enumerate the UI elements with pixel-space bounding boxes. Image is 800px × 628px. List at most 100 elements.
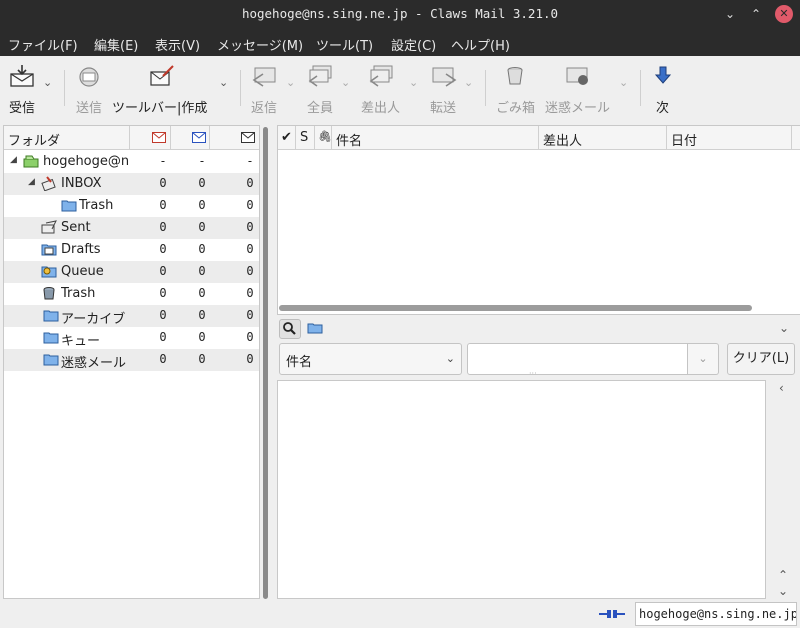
spam-button[interactable]: 迷惑メール bbox=[543, 56, 613, 118]
folder-row-inbox[interactable]: ◢ INBOX 0 0 0 bbox=[4, 173, 259, 195]
total-mail-icon bbox=[241, 132, 255, 143]
folder-name: 迷惑メール bbox=[61, 356, 127, 371]
receive-dropdown[interactable]: ⌄ bbox=[40, 56, 58, 118]
horizontal-scrollbar[interactable] bbox=[279, 305, 752, 311]
folder-row-queue-jp[interactable]: キュー 0 0 0 bbox=[4, 327, 259, 349]
forward-button[interactable]: 転送 bbox=[428, 56, 462, 118]
reply-dropdown[interactable]: ⌄ bbox=[284, 56, 298, 118]
compose-icon bbox=[150, 65, 174, 86]
toolbar-separator bbox=[640, 70, 641, 106]
menu-tools[interactable]: ツール(T) bbox=[316, 35, 373, 54]
folder-row-sent[interactable]: Sent 0 0 0 bbox=[4, 217, 259, 239]
reply-sender-button[interactable]: 差出人 bbox=[360, 56, 402, 118]
send-button[interactable]: 送信 bbox=[72, 56, 106, 118]
menu-settings[interactable]: 設定(C) bbox=[391, 35, 436, 54]
toolbar-separator bbox=[485, 70, 486, 106]
inbox-icon bbox=[41, 176, 56, 191]
expander-icon[interactable]: ◢ bbox=[10, 155, 17, 165]
trash-can-icon bbox=[507, 67, 523, 85]
new-count: 0 bbox=[159, 242, 167, 256]
subject-column-label: 件名 bbox=[336, 134, 363, 149]
from-column-header[interactable]: 差出人 bbox=[540, 126, 667, 150]
search-history-dropdown[interactable]: ⌄ bbox=[688, 343, 719, 375]
clear-button[interactable]: クリア(L) bbox=[727, 343, 795, 375]
folder-name: アーカイブ bbox=[61, 312, 126, 327]
search-toggle-button[interactable] bbox=[279, 319, 301, 339]
expander-icon[interactable]: ◢ bbox=[28, 177, 35, 187]
folder-row-queue[interactable]: Queue 0 0 0 bbox=[4, 261, 259, 283]
compose-button[interactable]: ツールバー|作成 bbox=[110, 56, 214, 118]
folder-tree[interactable]: フォルダ ◢ hogehoge@ns.sing.ne. bbox=[3, 125, 260, 599]
window-title: hogehoge@ns.sing.ne.jp - Claws Mail 3.21… bbox=[241, 6, 559, 21]
date-column-header[interactable]: 日付 bbox=[668, 126, 792, 150]
message-view[interactable] bbox=[277, 380, 766, 599]
new-mail-icon bbox=[152, 132, 166, 143]
attachment-column-header[interactable]: 🖇 bbox=[316, 126, 332, 150]
search-field-select[interactable]: 件名 ⌄ bbox=[279, 343, 462, 375]
unread-column-header[interactable] bbox=[172, 126, 210, 150]
pane-resize-handle[interactable]: ··· bbox=[529, 370, 545, 378]
menu-file[interactable]: ファイル(F) bbox=[8, 35, 78, 54]
maximize-icon[interactable]: ⌃ bbox=[747, 5, 765, 23]
status-column-header[interactable]: S bbox=[297, 126, 315, 150]
new-count: 0 bbox=[159, 176, 167, 190]
menu-help[interactable]: ヘルプ(H) bbox=[451, 35, 510, 54]
folder-row-trash[interactable]: Trash 0 0 0 bbox=[4, 283, 259, 305]
folder-name: Sent bbox=[61, 220, 91, 235]
close-icon[interactable]: ✕ bbox=[775, 5, 793, 23]
reply-all-dropdown[interactable]: ⌄ bbox=[339, 56, 353, 118]
from-column-label: 差出人 bbox=[543, 134, 583, 149]
online-plug-icon[interactable] bbox=[598, 608, 626, 620]
search-input[interactable] bbox=[467, 343, 688, 375]
reply-all-icon bbox=[308, 65, 332, 87]
checkmark-icon: ✔ bbox=[281, 130, 292, 145]
chevron-down-icon[interactable]: ⌄ bbox=[779, 321, 789, 335]
reply-label: 返信 bbox=[251, 101, 278, 116]
reply-all-button[interactable]: 全員 bbox=[304, 56, 338, 118]
account-selector[interactable]: hogehoge@ns.sing.ne.jp bbox=[635, 602, 797, 626]
reply-sender-dropdown[interactable]: ⌄ bbox=[407, 56, 421, 118]
reply-button[interactable]: 返信 bbox=[248, 56, 282, 118]
trash-label: ごみ箱 bbox=[496, 101, 536, 116]
chevron-left-icon[interactable]: ‹ bbox=[779, 381, 784, 395]
folder-row-account[interactable]: ◢ hogehoge@ns.sing.ne.jp - - - bbox=[4, 151, 259, 173]
total-column-header[interactable] bbox=[211, 126, 259, 150]
new-column-header[interactable] bbox=[131, 126, 171, 150]
mailbox-icon bbox=[23, 155, 39, 168]
folder-name: キュー bbox=[61, 334, 101, 349]
unread-count: 0 bbox=[198, 176, 206, 190]
folder-row-spam[interactable]: 迷惑メール 0 0 0 bbox=[4, 349, 259, 371]
forward-dropdown[interactable]: ⌄ bbox=[462, 56, 476, 118]
message-list[interactable]: ✔ S 🖇 件名 差出人 日付 bbox=[277, 125, 800, 315]
menu-message[interactable]: メッセージ(M) bbox=[217, 35, 303, 54]
mark-column-header[interactable]: ✔ bbox=[278, 126, 296, 150]
scroll-down-icon[interactable]: ⌄ bbox=[778, 584, 788, 598]
menu-edit[interactable]: 編集(E) bbox=[94, 35, 138, 54]
receive-button[interactable]: 受信 bbox=[6, 56, 40, 118]
total-count: 0 bbox=[246, 198, 254, 212]
unread-mail-icon bbox=[192, 132, 206, 143]
toolbar-separator bbox=[64, 70, 65, 106]
search-folder-button[interactable] bbox=[305, 319, 327, 339]
chevron-down-icon: ⌄ bbox=[43, 76, 53, 89]
minimize-icon[interactable]: ⌄ bbox=[721, 5, 739, 23]
trash-button[interactable]: ごみ箱 bbox=[494, 56, 536, 118]
next-button[interactable]: 次 bbox=[650, 56, 676, 118]
folder-row-drafts[interactable]: Drafts 0 0 0 bbox=[4, 239, 259, 261]
unread-count: 0 bbox=[198, 330, 206, 344]
new-count: 0 bbox=[159, 264, 167, 278]
spam-dropdown[interactable]: ⌄ bbox=[617, 56, 631, 118]
menu-view[interactable]: 表示(V) bbox=[155, 35, 200, 54]
folder-name: INBOX bbox=[61, 176, 102, 191]
folder-column-header[interactable]: フォルダ bbox=[4, 126, 130, 150]
folder-row-archive[interactable]: アーカイブ 0 0 0 bbox=[4, 305, 259, 327]
reply-sender-icon bbox=[369, 65, 393, 87]
folder-row-inbox-trash[interactable]: Trash 0 0 0 bbox=[4, 195, 259, 217]
drafts-icon bbox=[41, 244, 57, 256]
new-count: 0 bbox=[159, 220, 167, 234]
spam-label: 迷惑メール bbox=[545, 101, 611, 116]
compose-dropdown[interactable]: ⌄ bbox=[216, 56, 234, 118]
pane-splitter[interactable] bbox=[263, 127, 268, 599]
subject-column-header[interactable]: 件名 bbox=[333, 126, 539, 150]
scroll-up-icon[interactable]: ⌃ bbox=[778, 568, 788, 582]
